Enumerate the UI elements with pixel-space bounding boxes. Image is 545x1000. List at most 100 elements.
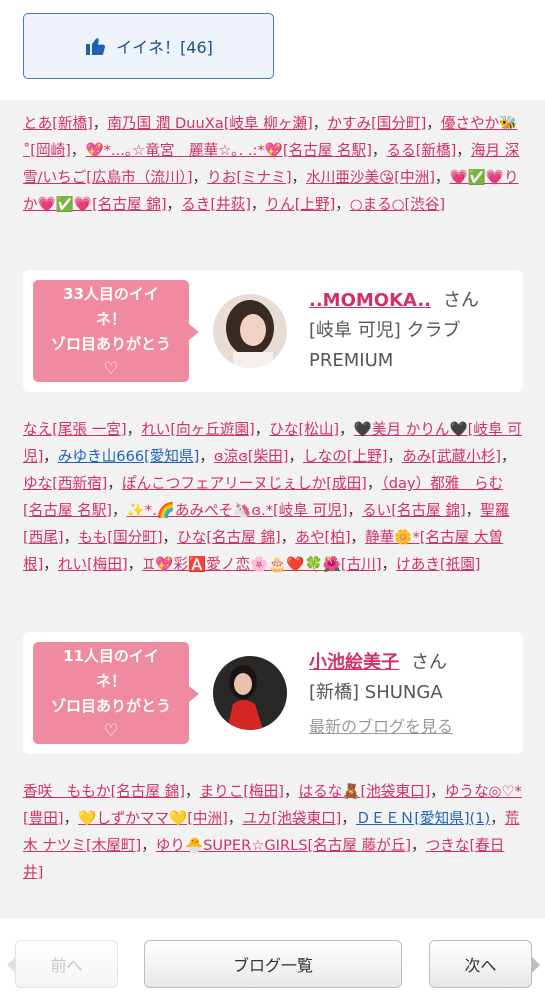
separator: ， <box>347 502 363 519</box>
latest-blog-link[interactable]: 最新のブログを見る <box>309 712 514 742</box>
milestone-badge: 11人目のイイ ネ！ ゾロ目ありがとう ♡ <box>33 642 199 744</box>
separator: ， <box>430 783 445 800</box>
avatar[interactable] <box>213 656 287 730</box>
liker-link[interactable]: 水川亜沙美😘[中洲] <box>306 169 435 186</box>
shop-info: [岐阜 可児] クラブ <box>309 320 461 341</box>
next-button[interactable]: 次へ <box>429 940 540 988</box>
separator: ， <box>350 529 366 546</box>
separator: ， <box>63 529 79 546</box>
liker-link[interactable]: ゆり🐣SUPER☆GIRLS[名古屋 藤が丘] <box>156 837 411 854</box>
liker-link[interactable]: あや[柏] <box>295 529 350 546</box>
liker-link[interactable]: るい[名古屋 錦] <box>362 502 466 519</box>
liker-list-bottom: 香咲 ももか[名古屋 錦]，まりこ[梅田]，はるな🧸[池袋東口]，ゆうな◎♡*[… <box>23 778 523 886</box>
separator: ， <box>280 529 296 546</box>
separator: ， <box>250 196 266 213</box>
liker-link[interactable]: 💛しずかママ💛[中洲] <box>78 810 228 827</box>
honorific: さん <box>411 652 447 673</box>
heart-icon: ♡ <box>103 721 119 741</box>
arrow-left-icon <box>7 956 16 974</box>
liker-link[interactable]: りん[上野] <box>266 196 336 213</box>
badge-text-3: ゾロ目ありがとう <box>50 697 171 715</box>
separator: ， <box>341 810 356 827</box>
girl-info: 小池絵美子 さん [新橋] SHUNGA 最新のブログを見る <box>309 648 514 742</box>
liker-list-mid: なえ[尾張 一宮]，れい[向ヶ丘遊園]，ひな[松山]，🖤美月 かりん🖤[岐阜 可… <box>23 416 523 578</box>
liker-link[interactable]: もも[国分町] <box>78 529 162 546</box>
avatar-photo <box>213 656 287 730</box>
liker-link[interactable]: れい[向ヶ丘遊園] <box>141 421 255 438</box>
badge-text-2: ネ！ <box>95 672 126 690</box>
girl-name-link[interactable]: ..MOMOKA.. <box>309 290 431 311</box>
shop-info-2: PREMIUM <box>309 350 394 371</box>
liker-link[interactable]: ＤＥＥＮ[愛知県](1) <box>356 810 490 827</box>
prev-label: 前へ <box>50 956 83 975</box>
liker-link[interactable]: 💖*...｡☆竜宮 麗華☆｡. .:*💖[名古屋 名駅] <box>85 142 371 159</box>
arrow-right-icon <box>531 956 540 974</box>
liker-link[interactable]: まりこ[梅田] <box>200 783 284 800</box>
separator: ， <box>411 837 426 854</box>
liker-link[interactable]: なえ[尾張 一宮] <box>23 421 127 438</box>
liker-link[interactable]: かすみ[国分町] <box>327 115 426 132</box>
liker-link[interactable]: ユカ[池袋東口] <box>242 810 341 827</box>
separator: ， <box>254 421 270 438</box>
separator: ， <box>63 810 79 827</box>
honorific: さん <box>443 290 479 311</box>
separator: ， <box>107 475 122 492</box>
shop-info: [新橋] SHUNGA <box>309 682 443 703</box>
thumbs-up-icon <box>86 38 106 55</box>
badge-text-3: ゾロ目ありがとう <box>50 335 171 353</box>
separator: ， <box>501 448 516 465</box>
girl-name-link[interactable]: 小池絵美子 <box>309 652 399 673</box>
liker-link[interactable]: れい[梅田] <box>58 556 128 573</box>
prev-button[interactable]: 前へ <box>7 940 118 988</box>
milestone-badge: 33人目のイイ ネ！ ゾロ目ありがとう ♡ <box>33 280 199 382</box>
blog-list-button[interactable]: ブログ一覧 <box>144 940 402 988</box>
separator: ， <box>43 556 58 573</box>
liker-link[interactable]: とあ[新橋] <box>23 115 93 132</box>
girl-info: ..MOMOKA.. さん [岐阜 可児] クラブ PREMIUM <box>309 286 514 376</box>
separator: ， <box>199 448 214 465</box>
liker-link[interactable]: ひな[名古屋 錦] <box>177 529 281 546</box>
separator: ， <box>288 448 304 465</box>
separator: ， <box>387 448 403 465</box>
separator: ， <box>434 169 450 186</box>
liker-link[interactable]: ✨*.🌈あみぺそ🦄ɞ.*[岐阜 可児] <box>127 502 348 519</box>
badge-text-1: 11人目のイイ <box>63 647 159 665</box>
liker-link[interactable]: はるな🧸[池袋東口] <box>299 783 431 800</box>
liker-link[interactable]: ɞ涼ɞ[柴田] <box>214 448 289 465</box>
liker-link[interactable]: しなの[上野] <box>303 448 387 465</box>
separator: ， <box>43 448 58 465</box>
separator: ， <box>184 783 200 800</box>
separator: ， <box>127 556 143 573</box>
avatar[interactable] <box>213 294 287 368</box>
separator: ， <box>426 115 441 132</box>
liker-link[interactable]: ゆな[西新宿] <box>23 475 107 492</box>
liker-link[interactable]: ♊💖彩🅰️愛ノ恋🌸🎂❤️🍀🌺[古川] <box>142 556 381 573</box>
separator: ， <box>283 783 299 800</box>
liker-link[interactable]: けあき[祇園] <box>396 556 480 573</box>
avatar-photo <box>213 294 287 368</box>
heart-icon: ♡ <box>103 359 119 379</box>
separator: ， <box>92 115 108 132</box>
liker-link[interactable]: ぽんこつフェアリーヌじぇしか[成田] <box>122 475 367 492</box>
blog-list-label: ブログ一覧 <box>232 956 313 975</box>
separator: ， <box>312 115 328 132</box>
liker-link[interactable]: あみ[武蔵小杉] <box>402 448 501 465</box>
separator: ， <box>371 142 387 159</box>
liker-link[interactable]: りお[ミナミ] <box>207 169 291 186</box>
separator: ， <box>162 529 178 546</box>
separator: ， <box>381 556 397 573</box>
separator: ， <box>192 169 208 186</box>
separator: ， <box>126 421 142 438</box>
separator: ， <box>335 196 350 213</box>
pagination-bar: 前へ ブログ一覧 次へ <box>0 918 545 1000</box>
liker-link[interactable]: みゆき山666[愛知県] <box>58 448 199 465</box>
liker-list-top: とあ[新橋]，南乃国 潤 DuuXa[岐阜 柳ヶ瀬]，かすみ[国分町]，優さやか… <box>23 110 523 218</box>
liker-link[interactable]: ひな[松山] <box>269 421 339 438</box>
liker-link[interactable]: るき[井荻] <box>181 196 251 213</box>
liker-link[interactable]: 南乃国 潤 DuuXa[岐阜 柳ヶ瀬] <box>107 115 312 132</box>
liker-link[interactable]: るる[新橋] <box>387 142 457 159</box>
liker-link[interactable]: ○まる○[渋谷] <box>350 196 445 213</box>
liker-link[interactable]: 香咲 ももか[名古屋 錦] <box>23 783 185 800</box>
badge-text-1: 33人目のイイ <box>63 285 159 303</box>
like-button[interactable]: イイネ！[46] <box>23 13 274 79</box>
